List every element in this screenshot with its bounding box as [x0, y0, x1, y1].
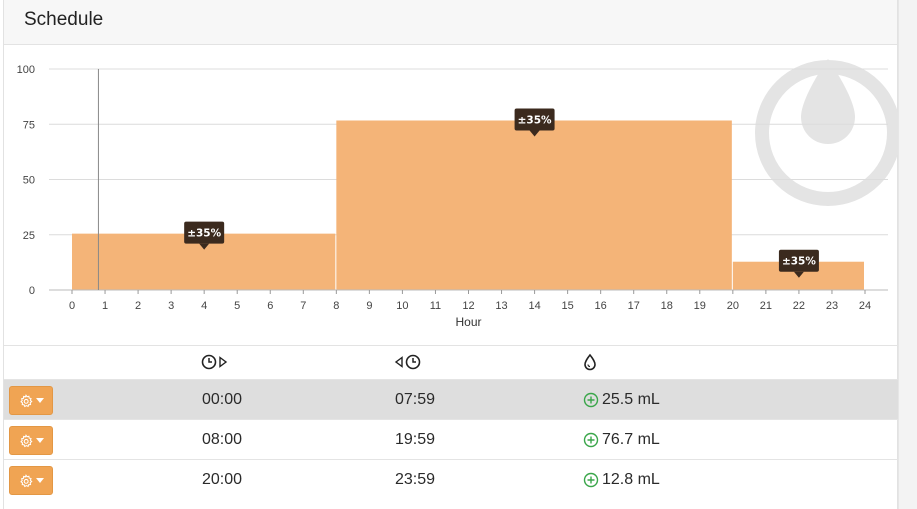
x-tick-label: 0 — [69, 300, 75, 312]
x-tick-label: 22 — [793, 300, 805, 312]
x-tick-label: 1 — [102, 300, 108, 312]
row-settings-button[interactable] — [9, 426, 53, 455]
end-time: 19:59 — [395, 431, 436, 448]
x-tick-label: 4 — [201, 300, 207, 312]
caret-down-icon — [35, 477, 44, 483]
y-tick-label: 25 — [23, 230, 35, 242]
x-tick-label: 9 — [366, 300, 372, 312]
x-tick-label: 19 — [694, 300, 706, 312]
y-tick-label: 0 — [29, 285, 35, 297]
volume-value: 12.8 mL — [602, 471, 660, 488]
schedule-panel: Schedule 0 25 50 75 100 0 1 2 3 4 5 6 7 8 9 10 11 12 13 14 1… — [3, 0, 899, 509]
y-tick-label: 75 — [23, 119, 35, 131]
panel-title: Schedule — [24, 9, 104, 30]
y-tick-label: 100 — [17, 64, 35, 76]
x-tick-label: 24 — [859, 300, 871, 312]
gear-icon — [19, 433, 32, 447]
x-tick-label: 17 — [628, 300, 640, 312]
x-tick-label: 23 — [826, 300, 838, 312]
x-tick-label: 10 — [396, 300, 408, 312]
x-tick-label: 18 — [661, 300, 673, 312]
add-circle-icon[interactable] — [583, 392, 599, 408]
volume-cell: 25.5 mL — [583, 390, 660, 410]
schedule-chart: 0 25 50 75 100 0 1 2 3 4 5 6 7 8 9 10 11 12 13 14 15 16 17 18 19… — [4, 45, 899, 345]
caret-down-icon — [35, 437, 44, 443]
start-time: 20:00 — [202, 471, 243, 488]
y-tick-label: 50 — [23, 175, 35, 187]
x-tick-label: 2 — [135, 300, 141, 312]
panel-header: Schedule — [4, 0, 897, 45]
clock-start-icon — [201, 353, 231, 371]
x-tick-label: 6 — [267, 300, 273, 312]
table-row[interactable]: 00:00 07:59 25.5 mL — [4, 379, 899, 419]
row-settings-button[interactable] — [9, 386, 53, 415]
x-tick-label: 5 — [234, 300, 240, 312]
tolerance-label: ±35% — [518, 114, 552, 126]
x-tick-label: 21 — [760, 300, 772, 312]
x-tick-label: 20 — [727, 300, 739, 312]
volume-value: 76.7 mL — [602, 431, 660, 448]
gear-icon — [19, 393, 32, 407]
tolerance-label: ±35% — [782, 256, 816, 268]
x-tick-label: 7 — [300, 300, 306, 312]
caret-down-icon — [35, 397, 44, 403]
chart-svg: 02550751000 1 2 3 4 5 6 7 8 9 10 11 12 13 14 15 16 17 18 19… — [17, 59, 899, 329]
scrollbar-track[interactable] — [898, 0, 917, 509]
clock-end-icon — [394, 353, 424, 371]
table-row[interactable]: 08:00 19:59 76.7 mL — [4, 419, 899, 459]
start-time: 00:00 — [202, 391, 243, 408]
x-tick-label: 16 — [595, 300, 607, 312]
tolerance-label: ±35% — [187, 228, 221, 240]
x-tick-label: 12 — [462, 300, 474, 312]
drop-icon — [582, 353, 598, 371]
volume-cell: 12.8 mL — [583, 470, 660, 490]
x-tick-label: 14 — [528, 300, 540, 312]
schedule-table: 00:00 07:59 25.5 mL 08:00 19:59 76.7 mL 20:00 2… — [4, 345, 899, 509]
end-time: 23:59 — [395, 471, 436, 488]
table-header — [4, 346, 899, 379]
add-circle-icon[interactable] — [583, 432, 599, 448]
bar — [336, 120, 732, 290]
volume-cell: 76.7 mL — [583, 430, 660, 450]
x-tick-label: 3 — [168, 300, 174, 312]
x-tick-label: 11 — [430, 300, 441, 312]
gear-icon — [19, 473, 32, 487]
volume-value: 25.5 mL — [602, 391, 660, 408]
end-time: 07:59 — [395, 391, 436, 408]
x-axis-title: Hour — [455, 315, 481, 329]
x-tick-label: 8 — [333, 300, 339, 312]
add-circle-icon[interactable] — [583, 472, 599, 488]
x-tick-label: 15 — [562, 300, 574, 312]
x-tick-label: 13 — [495, 300, 507, 312]
start-time: 08:00 — [202, 431, 243, 448]
row-settings-button[interactable] — [9, 466, 53, 495]
table-row[interactable]: 20:00 23:59 12.8 mL — [4, 459, 899, 499]
